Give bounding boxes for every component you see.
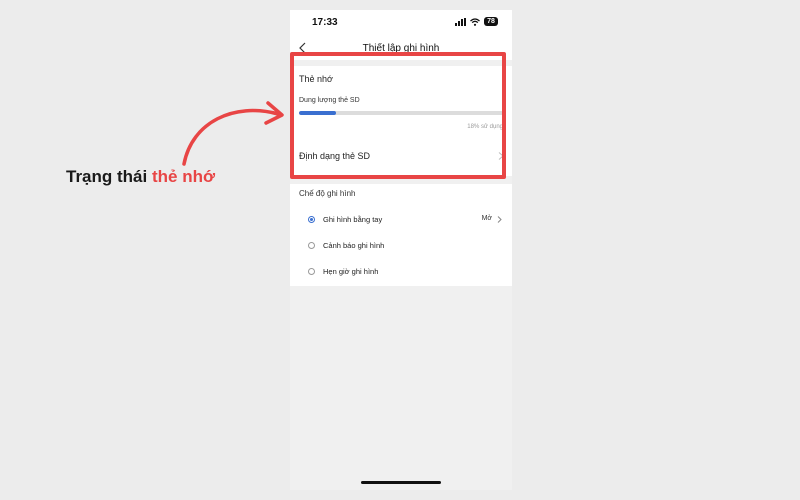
option-label: Hẹn giờ ghi hình (323, 267, 379, 276)
curved-arrow-icon (182, 101, 284, 166)
home-indicator (361, 481, 441, 484)
nav-bar: Thiết lập ghi hình (290, 36, 512, 60)
record-mode-title: Chế độ ghi hình (299, 189, 356, 198)
option-value: Mở (481, 215, 492, 222)
chevron-right-icon (497, 216, 502, 223)
sd-usage-bar (299, 111, 503, 115)
sd-capacity-label: Dung lượng thẻ SD (299, 97, 360, 104)
option-scheduled-record[interactable]: Hẹn giờ ghi hình (290, 262, 512, 282)
annotation-caption: Trạng thái thẻ nhớ (66, 167, 215, 187)
chevron-right-icon (498, 152, 504, 160)
phone-screen: 17:33 78 Thiết lập ghi hình Thẻ nhớ Dung… (290, 10, 512, 490)
sd-usage-fill (299, 111, 336, 115)
status-time: 17:33 (312, 17, 338, 28)
format-sd-button[interactable]: Định dạng thẻ SD (290, 140, 512, 170)
page-title: Thiết lập ghi hình (362, 43, 440, 54)
annotation-prefix: Trạng thái (66, 167, 152, 186)
radio-button[interactable] (308, 242, 315, 249)
memory-card-section: Thẻ nhớ Dung lượng thẻ SD 18% sử dụng Đị… (290, 66, 512, 176)
option-label: Ghi hình bằng tay (323, 215, 383, 224)
status-icons: 78 (455, 17, 498, 26)
status-bar: 17:33 78 (290, 10, 512, 36)
radio-button[interactable] (308, 268, 315, 275)
annotation-highlight: thẻ nhớ (151, 167, 216, 186)
format-sd-label: Định dạng thẻ SD (299, 151, 371, 161)
battery-icon: 78 (484, 17, 498, 26)
option-manual-record[interactable]: Ghi hình bằng tay Mở (290, 210, 512, 230)
option-label: Cảnh báo ghi hình (323, 241, 385, 250)
signal-icon (455, 17, 466, 26)
sd-usage-text: 18% sử dụng (467, 124, 503, 130)
memory-card-title: Thẻ nhớ (299, 74, 333, 84)
wifi-icon (470, 17, 480, 26)
option-alert-record[interactable]: Cảnh báo ghi hình (290, 236, 512, 256)
record-mode-section: Chế độ ghi hình Ghi hình bằng tay Mở Cản… (290, 184, 512, 286)
radio-button[interactable] (308, 216, 315, 223)
